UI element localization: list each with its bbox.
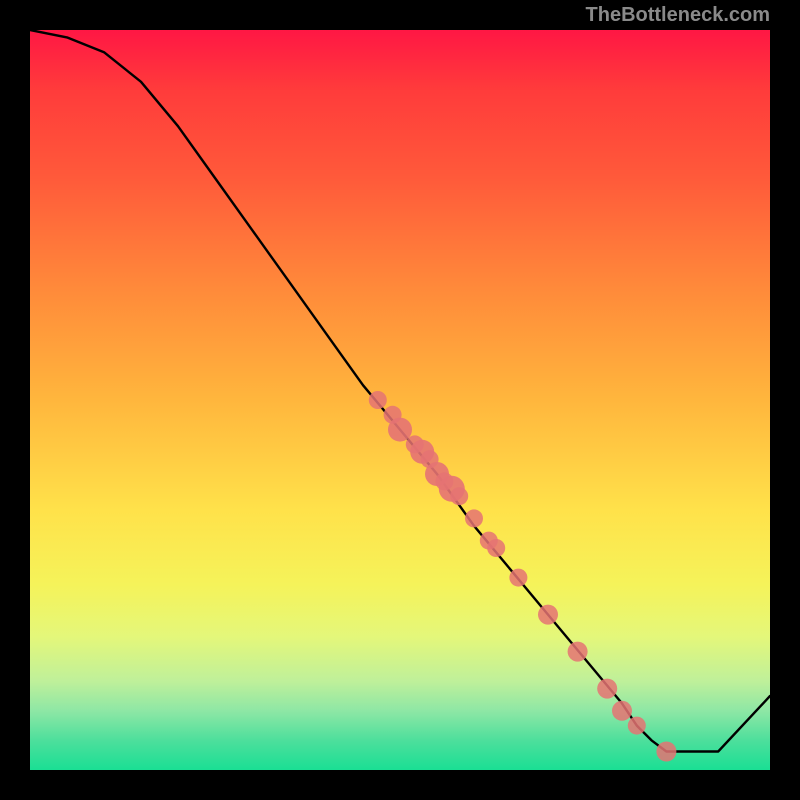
attribution-text: TheBottleneck.com <box>586 4 770 27</box>
curve-overlay <box>30 30 770 770</box>
sample-dot <box>597 679 617 699</box>
sample-dot <box>388 418 412 442</box>
sample-dot <box>487 539 505 557</box>
sample-dot <box>568 642 588 662</box>
sample-dot <box>509 569 527 587</box>
sample-dot <box>656 742 676 762</box>
sample-dot <box>450 487 468 505</box>
sample-dot <box>612 701 632 721</box>
sample-dots <box>369 391 677 762</box>
chart-frame: TheBottleneck.com <box>0 0 800 800</box>
bottleneck-curve <box>30 30 770 752</box>
sample-dot <box>628 717 646 735</box>
sample-dot <box>369 391 387 409</box>
sample-dot <box>538 605 558 625</box>
sample-dot <box>465 509 483 527</box>
plot-area <box>30 30 770 770</box>
